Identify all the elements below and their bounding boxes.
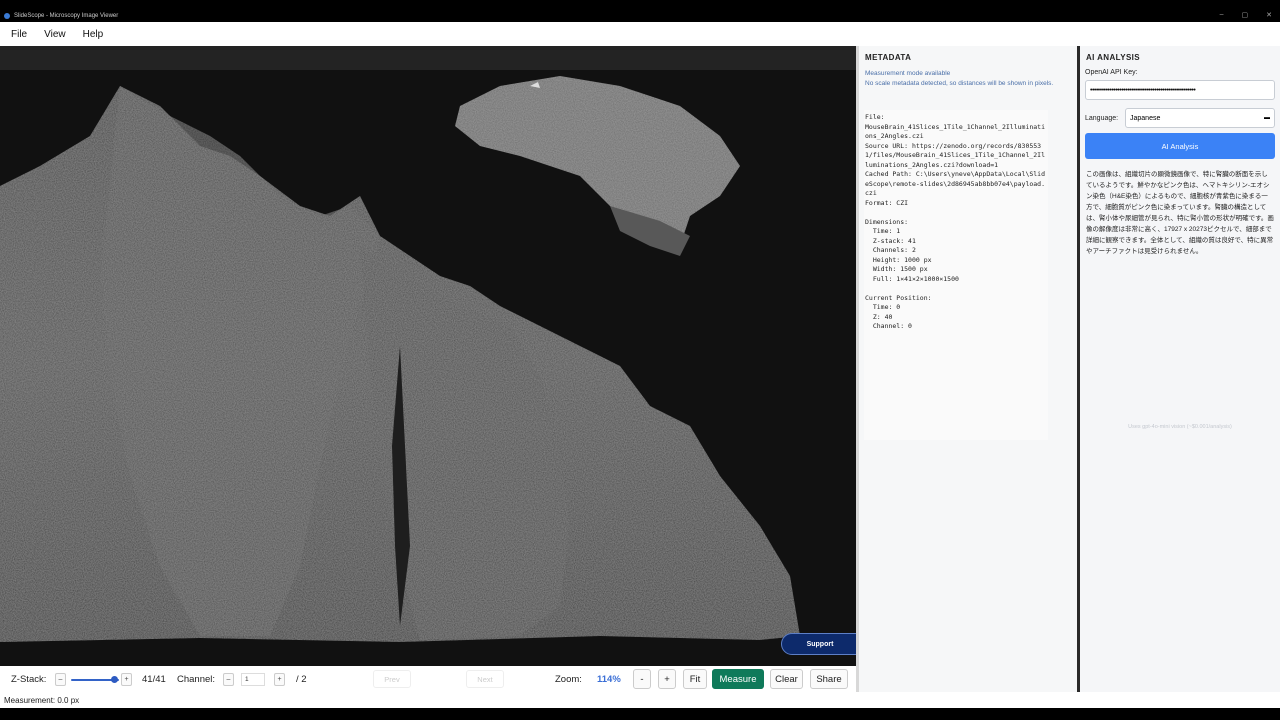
bottom-edge (0, 708, 1280, 720)
language-row: Language: Japanese ▬ (1080, 108, 1280, 128)
minimize-icon[interactable]: – (1220, 11, 1224, 19)
language-value: Japanese (1130, 114, 1161, 122)
channel-input[interactable]: 1 (241, 672, 265, 686)
channel-decrement-button[interactable]: – (223, 672, 234, 686)
ai-analysis-panel: AI ANALYSIS OpenAI API Key: ••••••••••••… (1080, 46, 1280, 692)
zoom-label: Zoom: (555, 673, 582, 685)
window-controls: – ▢ ✕ (1220, 11, 1272, 19)
prev-button[interactable]: Prev (373, 670, 411, 688)
zoom-in-button[interactable]: + (658, 669, 676, 689)
app-icon (4, 13, 10, 19)
ai-analysis-button[interactable]: AI Analysis (1085, 133, 1275, 159)
bottom-toolbar: Z-Stack: – + 41/41 Channel: – 1 + / 2 Pr… (0, 666, 856, 692)
app-window: SlideScope - Microscopy Image Viewer – ▢… (0, 0, 1280, 720)
microscopy-image[interactable] (0, 46, 856, 666)
ai-result-text: この画像は、組織切片の顕微鏡画像で、特に腎臓の断面を示しているようです。鮮やかな… (1086, 171, 1274, 255)
menu-bar: File View Help (0, 22, 1280, 46)
metadata-title: METADATA (865, 53, 912, 62)
api-key-label: OpenAI API Key: (1085, 69, 1138, 76)
zstack-increment-button[interactable]: + (121, 672, 132, 686)
metadata-details: File: MouseBrain_41Slices_1Tile_1Channel… (864, 110, 1048, 440)
close-icon[interactable]: ✕ (1266, 11, 1272, 19)
menu-file[interactable]: File (11, 29, 27, 40)
zstack-value: 41/41 (142, 673, 166, 685)
support-button[interactable]: Support (781, 633, 856, 655)
share-button[interactable]: Share (810, 669, 848, 689)
next-button[interactable]: Next (466, 670, 504, 688)
window-title: SlideScope - Microscopy Image Viewer (14, 13, 119, 19)
ai-cost-note: Uses gpt-4o-mini vision (~$0.001/analysi… (1128, 424, 1232, 430)
zstack-slider[interactable] (71, 673, 119, 686)
maximize-icon[interactable]: ▢ (1242, 11, 1249, 19)
zstack-label: Z-Stack: (11, 673, 47, 685)
title-bar: SlideScope - Microscopy Image Viewer – ▢… (0, 0, 1280, 22)
menu-view[interactable]: View (44, 29, 66, 40)
api-key-input[interactable]: ••••••••••••••••••••••••••••••••••••••••… (1085, 80, 1275, 100)
zstack-decrement-button[interactable]: – (55, 672, 66, 686)
zstack-slider-thumb[interactable] (111, 675, 118, 683)
zoom-out-button[interactable]: - (633, 669, 651, 689)
metadata-panel: METADATA Measurement mode available No s… (859, 46, 1077, 692)
status-bar: Measurement: 0.0 px (0, 692, 1280, 708)
fit-button[interactable]: Fit (683, 669, 707, 689)
clear-button[interactable]: Clear (770, 669, 803, 689)
menu-help[interactable]: Help (83, 29, 104, 40)
channel-label: Channel: (177, 673, 216, 685)
measure-button[interactable]: Measure (712, 669, 764, 689)
language-label: Language: (1085, 114, 1119, 122)
channel-increment-button[interactable]: + (274, 672, 285, 686)
ai-title: AI ANALYSIS (1086, 53, 1141, 62)
dropdown-icon: ▬ (1264, 115, 1270, 121)
measurement-status: Measurement: 0.0 px (4, 695, 80, 705)
image-viewer[interactable]: Support (0, 46, 856, 666)
measurement-note: Measurement mode available No scale meta… (865, 70, 1054, 87)
channel-total: / 2 (296, 673, 307, 685)
zoom-value: 114% (597, 673, 621, 685)
language-select[interactable]: Japanese ▬ (1125, 108, 1275, 128)
